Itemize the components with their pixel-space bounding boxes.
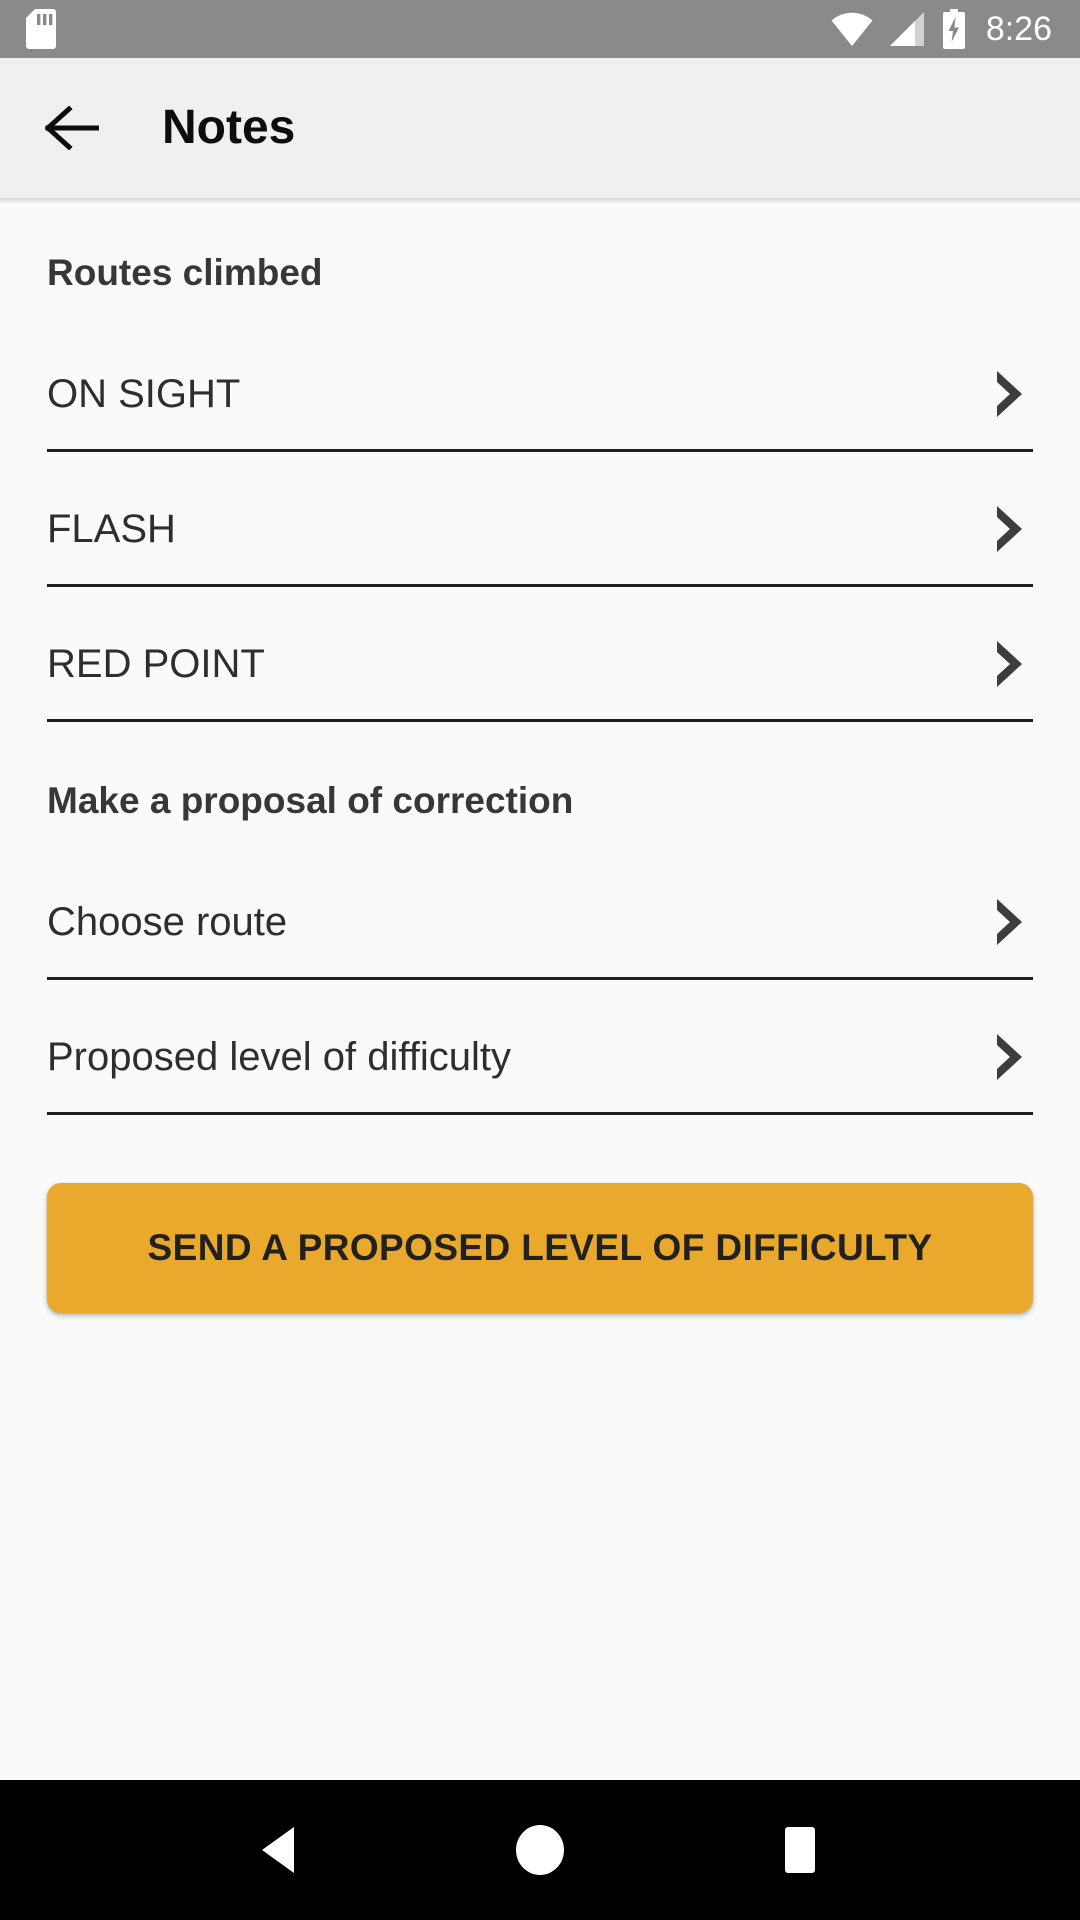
list-item-red-point[interactable]: RED POINT xyxy=(47,609,1033,722)
status-bar-right: 8:26 xyxy=(830,9,1052,49)
nav-home-circle-icon xyxy=(516,1825,564,1875)
status-bar-left xyxy=(26,9,56,49)
nav-back-triangle-icon xyxy=(262,1827,294,1873)
nav-recents-button[interactable] xyxy=(755,1805,845,1895)
list-item-proposed-level-of-difficulty[interactable]: Proposed level of difficulty xyxy=(47,1002,1033,1115)
android-navigation-bar xyxy=(0,1780,1080,1920)
list-item-label: FLASH xyxy=(47,507,176,551)
list-item-label: RED POINT xyxy=(47,642,265,686)
cellular-signal-icon xyxy=(889,12,924,46)
list-item-on-sight[interactable]: ON SIGHT xyxy=(47,339,1033,452)
chevron-right-icon xyxy=(997,641,1022,687)
nav-recents-square-icon xyxy=(785,1827,815,1873)
list-item-flash[interactable]: FLASH xyxy=(47,474,1033,587)
list-item-choose-route[interactable]: Choose route xyxy=(47,867,1033,980)
battery-charging-icon xyxy=(942,9,965,49)
list-item-label: Choose route xyxy=(47,900,288,944)
routes-climbed-list: ON SIGHT FLASH RED POINT xyxy=(47,339,1033,722)
chevron-right-icon xyxy=(997,1034,1022,1080)
app-bar: Notes xyxy=(0,58,1080,204)
sd-card-icon xyxy=(26,9,56,49)
wifi-icon xyxy=(831,12,873,47)
list-item-label: ON SIGHT xyxy=(47,372,241,416)
section-title-routes-climbed: Routes climbed xyxy=(47,252,323,293)
page-title: Notes xyxy=(162,101,296,154)
back-button[interactable] xyxy=(44,100,100,156)
back-arrow-icon xyxy=(45,106,99,150)
proposal-form-list: Choose route Proposed level of difficult… xyxy=(47,867,1033,1115)
section-title-make-a-proposal: Make a proposal of correction xyxy=(47,780,574,821)
nav-home-button[interactable] xyxy=(495,1805,585,1895)
nav-back-button[interactable] xyxy=(235,1805,325,1895)
send-proposed-level-button[interactable]: SEND A PROPOSED LEVEL OF DIFFICULTY xyxy=(47,1183,1033,1313)
primary-action-container: SEND A PROPOSED LEVEL OF DIFFICULTY xyxy=(47,1115,1033,1313)
main-content: Routes climbed ON SIGHT FLASH RED POINT … xyxy=(0,198,1080,1780)
status-bar-clock: 8:26 xyxy=(985,10,1052,48)
status-bar: 8:26 xyxy=(0,0,1080,58)
chevron-right-icon xyxy=(997,899,1022,945)
chevron-right-icon xyxy=(997,506,1022,552)
chevron-right-icon xyxy=(997,371,1022,417)
list-item-label: Proposed level of difficulty xyxy=(47,1035,511,1079)
